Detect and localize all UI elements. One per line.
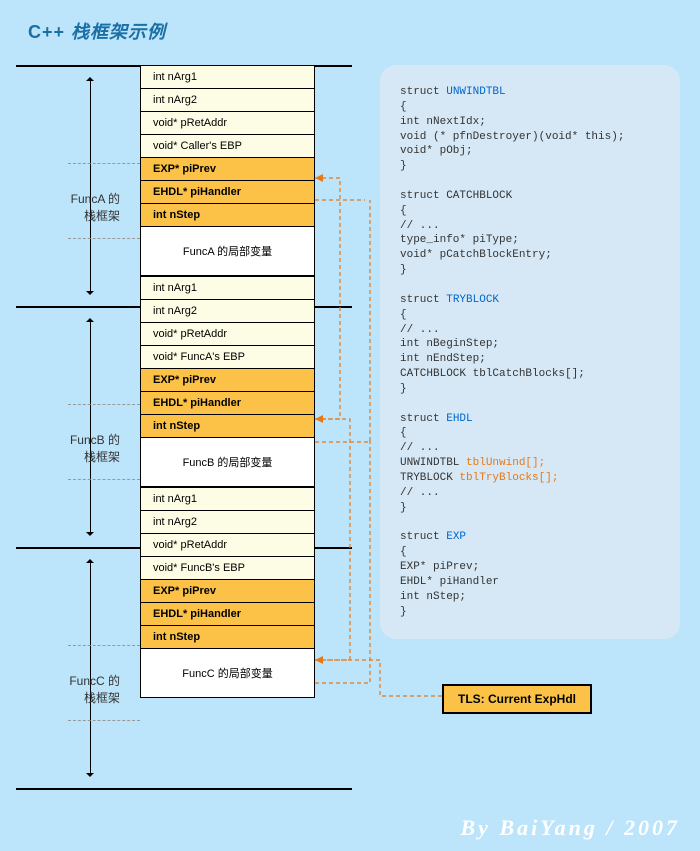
stack-cell: void* pRetAddr xyxy=(140,323,315,346)
stack-cell: void* Caller's EBP xyxy=(140,135,315,158)
frame-label: FuncA 的 栈框架 xyxy=(50,190,120,224)
stack-cell: EHDL* piHandler xyxy=(140,392,315,415)
guide-line xyxy=(68,645,140,646)
stack-cell: int nStep xyxy=(140,626,315,649)
guide-line xyxy=(68,163,140,164)
stack-cell: int nArg1 xyxy=(140,487,315,511)
frame-label: FuncB 的 栈框架 xyxy=(50,431,120,465)
stack-cell: void* pRetAddr xyxy=(140,112,315,135)
guide-line xyxy=(68,404,140,405)
frame-label: FuncC 的 栈框架 xyxy=(50,672,120,706)
tls-box: TLS: Current ExpHdl xyxy=(442,684,592,714)
stack-cell: int nArg1 xyxy=(140,276,315,300)
stack-cell: EXP* piPrev xyxy=(140,580,315,603)
stack-cell: FuncA 的局部变量 xyxy=(140,227,315,276)
stack-cell: void* pRetAddr xyxy=(140,534,315,557)
guide-line xyxy=(68,238,140,239)
guide-line xyxy=(68,720,140,721)
stack-cell: int nArg2 xyxy=(140,300,315,323)
stack-cell: EXP* piPrev xyxy=(140,158,315,181)
stack-cell: FuncB 的局部变量 xyxy=(140,438,315,487)
separator xyxy=(16,788,352,790)
page-title: C++ 栈框架示例 xyxy=(28,18,166,44)
frame-range-arrow xyxy=(90,319,91,535)
stack-column: int nArg1int nArg2void* pRetAddrvoid* Ca… xyxy=(140,65,315,698)
guide-line xyxy=(68,479,140,480)
frame-range-arrow xyxy=(90,78,91,294)
code-panel: struct UNWINDTBL{ int nNextIdx; void (* … xyxy=(380,65,680,639)
stack-cell: void* FuncA's EBP xyxy=(140,346,315,369)
stack-cell: EHDL* piHandler xyxy=(140,181,315,204)
stack-cell: int nStep xyxy=(140,204,315,227)
credit: By BaiYang / 2007 xyxy=(461,815,681,841)
stack-cell: int nArg2 xyxy=(140,89,315,112)
stack-frame: int nArg1int nArg2void* pRetAddrvoid* Fu… xyxy=(140,487,315,698)
stack-cell: int nArg2 xyxy=(140,511,315,534)
stack-cell: FuncC 的局部变量 xyxy=(140,649,315,698)
stack-cell: int nArg1 xyxy=(140,65,315,89)
frame-range-arrow xyxy=(90,560,91,776)
stack-cell: EXP* piPrev xyxy=(140,369,315,392)
stack-cell: void* FuncB's EBP xyxy=(140,557,315,580)
stack-cell: EHDL* piHandler xyxy=(140,603,315,626)
stack-cell: int nStep xyxy=(140,415,315,438)
title-cpp: C++ xyxy=(28,22,65,42)
stack-frame: int nArg1int nArg2void* pRetAddrvoid* Fu… xyxy=(140,276,315,487)
title-text: 栈框架示例 xyxy=(65,22,166,42)
stack-frame: int nArg1int nArg2void* pRetAddrvoid* Ca… xyxy=(140,65,315,276)
